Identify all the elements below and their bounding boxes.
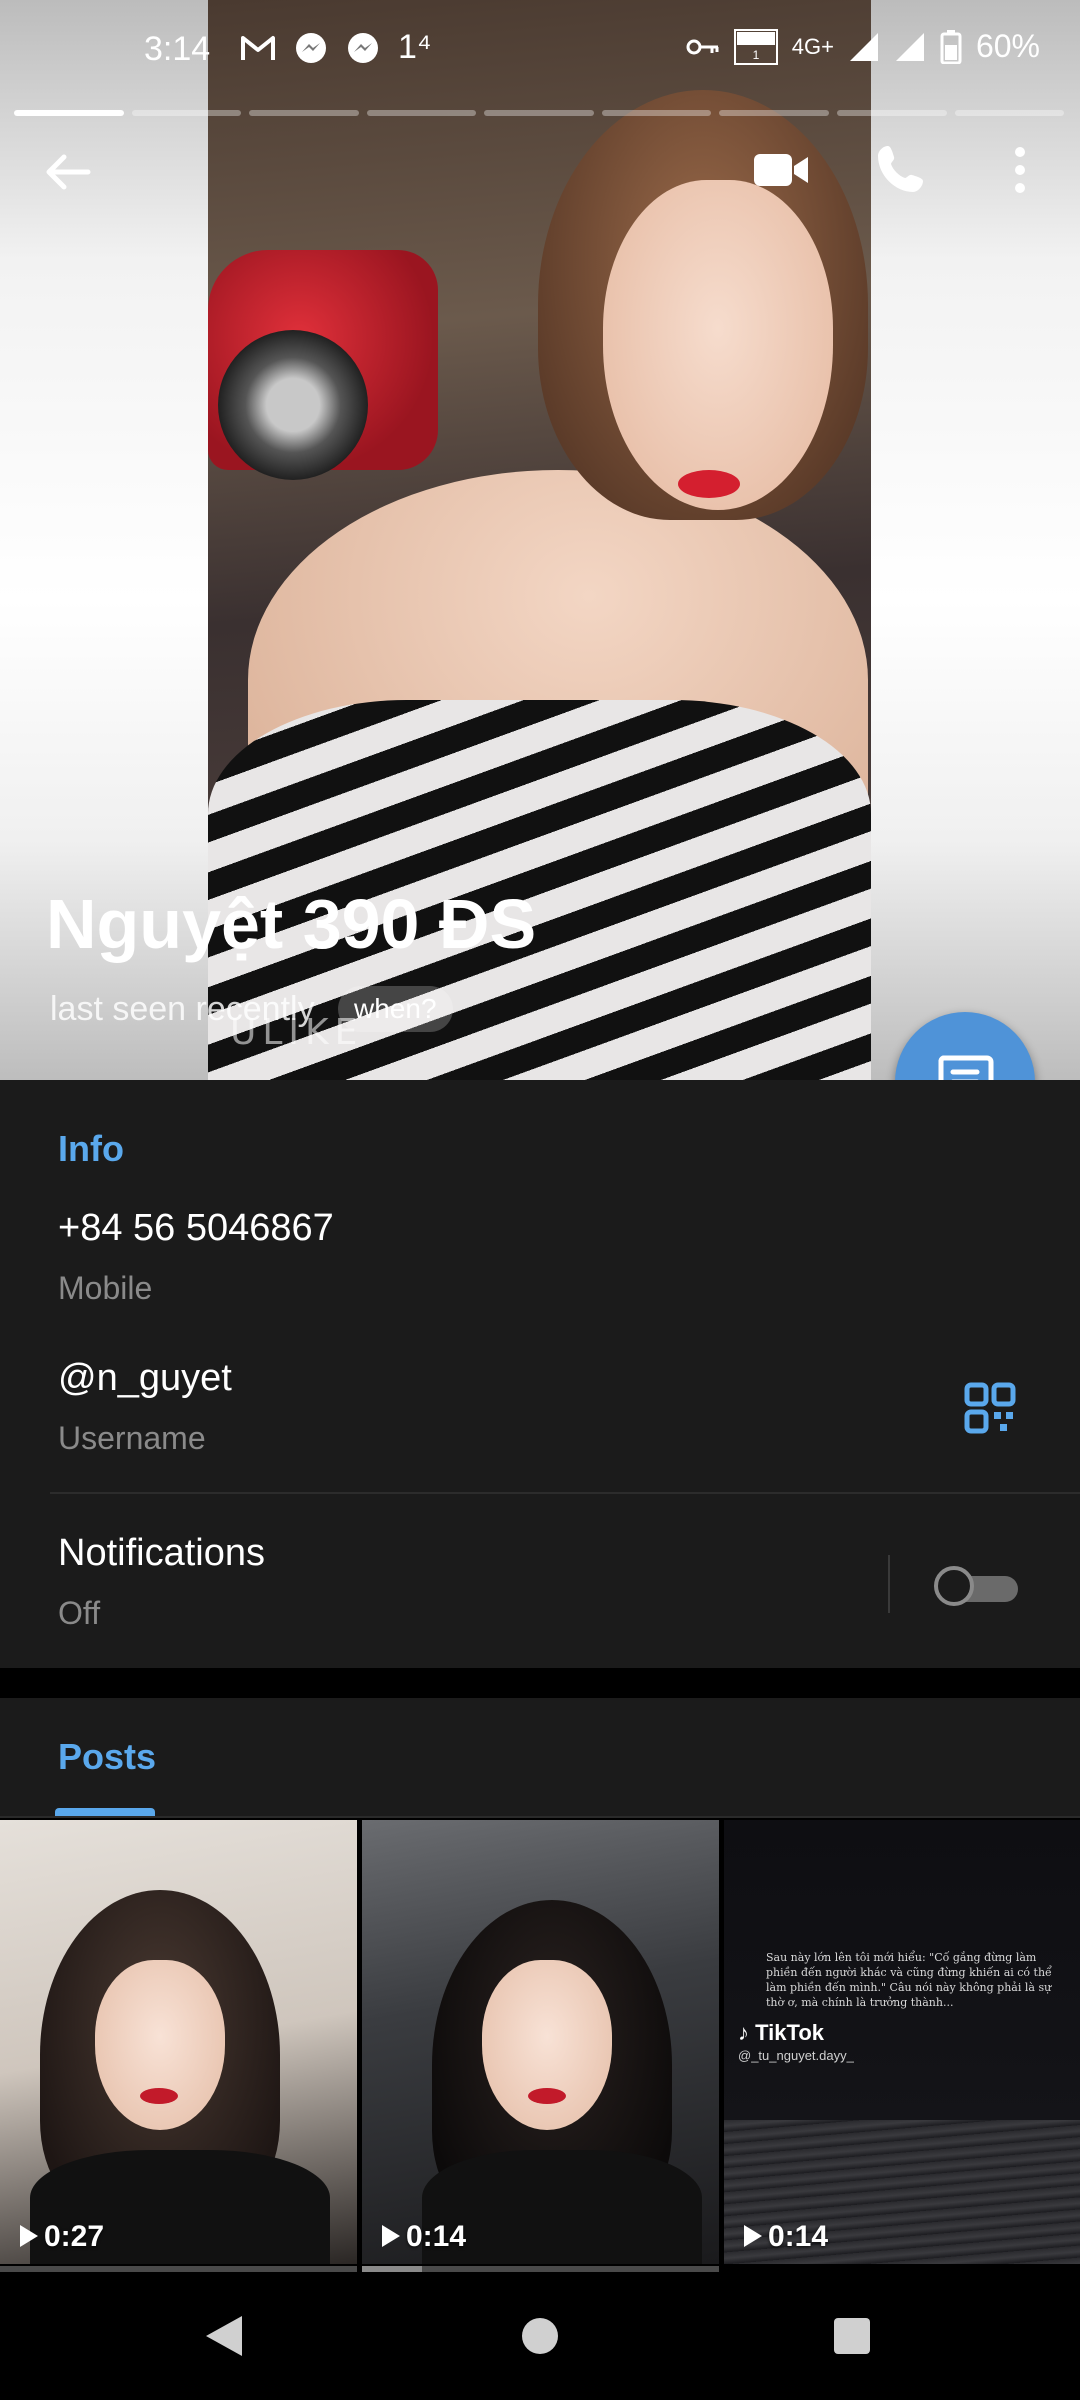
duration-text: 0:27: [44, 2220, 105, 2253]
story-progress-segment[interactable]: [14, 110, 124, 116]
thumb-progress: [422, 2266, 719, 2272]
info-section-title: Info: [58, 1128, 124, 1169]
more-options-icon[interactable]: [1000, 142, 1040, 198]
tab-active-indicator: [55, 1808, 155, 1816]
story-progress-segment[interactable]: [601, 110, 712, 116]
volte-icon: 1: [733, 28, 778, 65]
status-bar: 3:14 1⁴ 1 4G+ 60%: [0, 0, 1080, 104]
nav-recents-icon[interactable]: [834, 2318, 870, 2354]
video-duration: 0:27: [20, 2220, 104, 2254]
system-nav-bar: [0, 2276, 1080, 2400]
notifications-divider: [888, 1555, 890, 1613]
tiktok-logo: ♪ TikTok: [738, 2020, 824, 2045]
posts-grid: 0:27 0:14 Sau này lớn lên tôi mới hiểu: …: [0, 1820, 1080, 2276]
messenger-icon: [296, 32, 326, 63]
thumb-lips: [140, 2088, 178, 2104]
post-thumbnail[interactable]: Sau này lớn lên tôi mới hiểu: "Cố gắng đ…: [724, 1820, 1080, 2264]
story-progress-segment[interactable]: [719, 110, 829, 116]
video-duration: 0:14: [744, 2220, 828, 2254]
phone-call-icon[interactable]: [874, 142, 928, 196]
tab-bar-divider: [0, 1816, 1080, 1818]
signal-icon: [849, 32, 878, 61]
thumb-progress: [0, 2266, 357, 2272]
messenger-icon-2: [348, 32, 378, 63]
tiktok-caption: Sau này lớn lên tôi mới hiểu: "Cố gắng đ…: [766, 1951, 1052, 2009]
status-system-icons: 1 4G+ 60%: [686, 28, 1040, 65]
profile-hero: ULIKE 3:14 1⁴ 1 4G+ 60% Nguyệt 390 ĐS la…: [0, 0, 1080, 1080]
play-icon: [382, 2225, 400, 2247]
thumb-face: [482, 1960, 612, 2130]
story-progress-segment[interactable]: [249, 110, 359, 116]
video-duration: 0:14: [382, 2220, 466, 2254]
status-time: 3:14: [144, 30, 211, 68]
tiktok-handle: @_tu_nguyet.dayy_: [738, 2048, 854, 2063]
post-thumbnail[interactable]: 0:14: [362, 1820, 719, 2264]
gmail-icon: [241, 35, 275, 60]
notifications-title: Notifications: [58, 1532, 265, 1574]
divider: [50, 1492, 1080, 1494]
photo-background-wheel: [218, 330, 368, 480]
username[interactable]: @n_guyet: [58, 1357, 232, 1400]
username-label: Username: [58, 1420, 206, 1456]
story-progress-segment[interactable]: [954, 110, 1065, 116]
back-arrow-icon[interactable]: [40, 144, 96, 200]
photo-subject-face: [603, 180, 833, 510]
status-notification-icons: 1⁴: [240, 28, 432, 67]
signal-icon-2: [895, 32, 924, 61]
battery-percent: 60%: [975, 28, 1040, 64]
story-progress-segment[interactable]: [836, 110, 947, 116]
thumb-lips: [528, 2088, 566, 2104]
notification-count: 1⁴: [398, 28, 432, 66]
notifications-state: Off: [58, 1595, 101, 1631]
video-call-icon[interactable]: [752, 148, 810, 192]
tiktok-brand: TikTok: [755, 2020, 824, 2045]
network-type: 4G+: [791, 33, 834, 59]
photo-subject-lips: [678, 470, 740, 498]
story-progress-segment[interactable]: [366, 110, 477, 116]
toggle-knob: [934, 1566, 974, 1606]
thumb-progress: [362, 2266, 422, 2272]
vpn-key-icon: [686, 39, 719, 54]
svg-text:1: 1: [752, 48, 759, 62]
play-icon: [744, 2225, 762, 2247]
posts-tab-bar: Posts: [0, 1698, 1080, 1818]
last-seen-status: last seen recently: [50, 990, 315, 1028]
story-progress: [14, 110, 1065, 116]
qr-code-icon[interactable]: [964, 1382, 1016, 1434]
nav-back-icon[interactable]: [206, 2316, 242, 2356]
top-bar: [0, 130, 1080, 210]
play-icon: [20, 2225, 38, 2247]
duration-text: 0:14: [406, 2220, 467, 2253]
notifications-toggle[interactable]: [934, 1564, 1020, 1608]
nav-home-icon[interactable]: [522, 2318, 558, 2354]
info-section: Info +84 56 5046867 Mobile @n_guyet User…: [0, 1080, 1080, 1668]
duration-text: 0:14: [768, 2220, 829, 2253]
story-progress-segment[interactable]: [131, 110, 242, 116]
thumb-face: [95, 1960, 225, 2130]
post-thumbnail[interactable]: 0:27: [0, 1820, 357, 2264]
when-button[interactable]: when?: [338, 986, 453, 1032]
phone-label: Mobile: [58, 1270, 153, 1306]
story-progress-segment[interactable]: [484, 110, 594, 116]
battery-icon: [940, 29, 962, 64]
tab-posts[interactable]: Posts: [58, 1736, 156, 1778]
phone-number[interactable]: +84 56 5046867: [58, 1207, 334, 1250]
profile-name: Nguyệt 390 ĐS: [46, 885, 537, 963]
